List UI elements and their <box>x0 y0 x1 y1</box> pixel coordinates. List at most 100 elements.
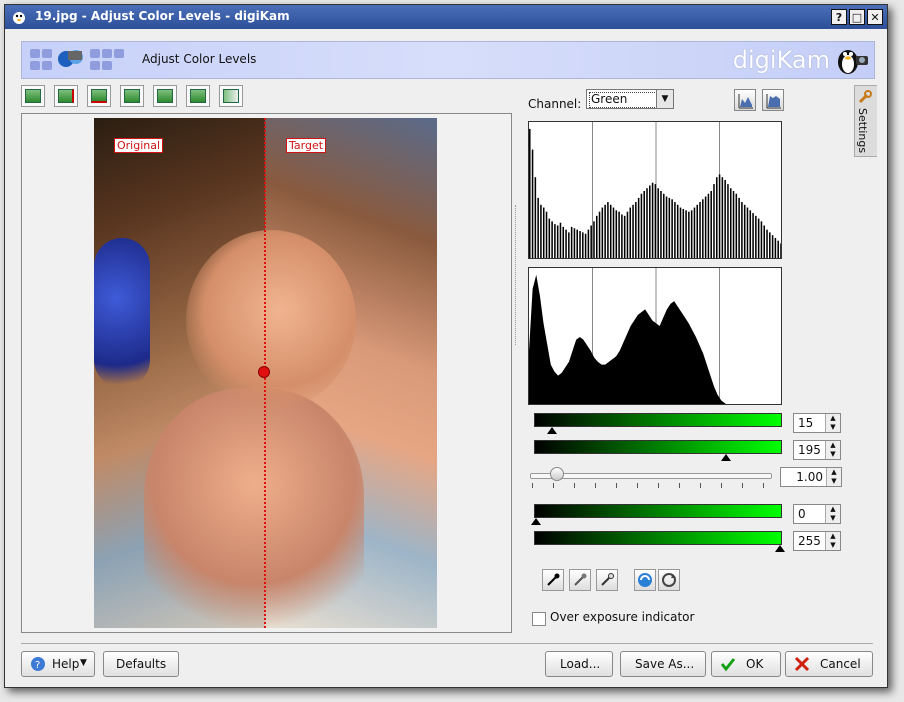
histogram-bar <box>623 215 626 258</box>
gray-eyedropper-button[interactable] <box>569 569 591 591</box>
settings-side-tab[interactable]: Settings <box>854 85 877 157</box>
histogram-bar <box>690 210 693 258</box>
gamma-spinbox[interactable]: 1.00 ▲ ▼ <box>780 467 842 487</box>
help-label: Help <box>52 657 80 671</box>
defaults-button[interactable]: Defaults <box>103 651 179 677</box>
input-low-value: 15 <box>798 416 814 430</box>
image-preview[interactable]: Original Target <box>21 113 512 633</box>
target-image-icon[interactable] <box>186 85 210 107</box>
over-exposure-label[interactable]: Over exposure indicator <box>550 610 694 624</box>
checkmark-icon <box>720 658 736 672</box>
context-help-button[interactable]: ? <box>831 9 847 25</box>
histogram-bar <box>738 197 740 258</box>
under-over-exposure-icon[interactable] <box>219 85 243 107</box>
separate-horizontal-icon[interactable] <box>153 85 177 107</box>
histogram-bar <box>604 204 606 258</box>
output-histogram[interactable] <box>528 267 782 405</box>
histogram-bar <box>529 128 531 258</box>
spin-arrows-icon[interactable]: ▲ ▼ <box>825 505 840 523</box>
output-histogram-chart <box>529 268 726 404</box>
gamma-ticks <box>532 483 772 489</box>
load-button[interactable]: Load... <box>545 651 613 677</box>
splitter-handle[interactable] <box>515 205 516 345</box>
histogram-bar <box>649 185 651 258</box>
input-high-handle[interactable] <box>721 454 731 461</box>
target-label: Target <box>286 138 327 153</box>
dialog-window: 19.jpg - Adjust Color Levels - digiKam ?… <box>4 4 888 688</box>
histogram-bar <box>618 211 620 258</box>
gamma-tick <box>679 483 680 488</box>
cancel-button[interactable]: Cancel <box>785 651 873 677</box>
log-scale-button[interactable] <box>762 89 784 111</box>
histogram-bar <box>626 211 629 258</box>
output-low-value: 0 <box>798 507 806 521</box>
save-as-button[interactable]: Save As... <box>620 651 706 677</box>
output-high-handle[interactable] <box>775 545 785 552</box>
svg-text:?: ? <box>35 660 40 671</box>
ok-button[interactable]: OK <box>711 651 781 677</box>
input-low-spinbox[interactable]: 15 ▲ ▼ <box>793 413 841 433</box>
title-bar[interactable]: 19.jpg - Adjust Color Levels - digiKam ?… <box>5 5 887 29</box>
spin-arrows-icon[interactable]: ▲ ▼ <box>825 532 840 550</box>
histogram-bar <box>573 228 576 258</box>
histogram-bar <box>688 211 690 258</box>
output-high-gradient[interactable] <box>534 531 782 545</box>
dropdown-arrow-icon: ▼ <box>80 658 87 668</box>
input-high-gradient[interactable] <box>534 440 782 454</box>
input-high-spinbox[interactable]: 195 ▲ ▼ <box>793 440 841 460</box>
output-low-gradient[interactable] <box>534 504 782 518</box>
over-exposure-checkbox[interactable] <box>532 612 546 626</box>
gamma-slider-track[interactable] <box>530 473 772 479</box>
photo-detail <box>186 230 356 410</box>
linear-scale-button[interactable] <box>734 89 756 111</box>
reset-button[interactable] <box>658 569 680 591</box>
plugin-banner: Adjust Color Levels digiKam <box>21 41 875 79</box>
histogram-bar <box>554 224 556 258</box>
black-eyedropper-button[interactable] <box>542 569 564 591</box>
output-high-spinbox[interactable]: 255 ▲ ▼ <box>793 531 841 551</box>
plugin-logo-icon <box>30 49 124 70</box>
histogram-bar <box>746 207 749 258</box>
auto-adjust-button[interactable] <box>634 569 656 591</box>
histogram-bar <box>702 199 704 258</box>
channel-select[interactable]: Green ▼ <box>586 89 674 109</box>
split-vertical-icon[interactable] <box>54 85 78 107</box>
log-histogram-icon <box>766 94 781 109</box>
spin-arrows-icon[interactable]: ▲ ▼ <box>825 414 840 432</box>
spin-arrows-icon[interactable]: ▲ ▼ <box>825 441 840 459</box>
photo-detail <box>94 238 150 388</box>
input-histogram[interactable] <box>528 121 782 259</box>
input-levels-gradient[interactable] <box>534 413 782 427</box>
histogram-bar <box>559 222 562 258</box>
separate-vertical-icon[interactable] <box>120 85 144 107</box>
input-low-handle[interactable] <box>547 427 557 434</box>
histogram-bar <box>743 204 746 258</box>
close-button[interactable]: ✕ <box>867 9 883 25</box>
help-button[interactable]: ? Help ▼ <box>21 651 95 677</box>
output-low-handle[interactable] <box>531 518 541 525</box>
output-low-spinbox[interactable]: 0 ▲ ▼ <box>793 504 841 524</box>
histogram-bar <box>593 221 595 258</box>
gamma-slider-handle[interactable] <box>550 467 564 481</box>
split-horizontal-icon[interactable] <box>87 85 111 107</box>
digikam-brand: digiKam <box>732 46 830 74</box>
histogram-bar <box>668 197 671 258</box>
spot-marker-icon[interactable] <box>258 366 270 378</box>
histogram-bar <box>540 204 542 258</box>
gamma-tick <box>616 483 617 488</box>
histogram-bar <box>601 207 604 258</box>
histogram-bar <box>607 202 609 258</box>
chevron-down-icon[interactable]: ▼ <box>656 90 673 108</box>
histogram-bar <box>587 229 590 258</box>
histogram-bar <box>741 202 743 258</box>
histogram-bar <box>579 231 581 258</box>
preview-photo[interactable]: Original Target <box>94 118 437 628</box>
histogram-bar <box>665 196 668 258</box>
maximize-button[interactable]: □ <box>849 9 865 25</box>
tux-mascot-icon <box>838 50 868 74</box>
white-eyedropper-button[interactable] <box>596 569 618 591</box>
histogram-bar <box>766 229 768 258</box>
gamma-tick <box>658 483 659 488</box>
spin-arrows-icon[interactable]: ▲ ▼ <box>826 468 841 486</box>
original-image-icon[interactable] <box>21 85 45 107</box>
